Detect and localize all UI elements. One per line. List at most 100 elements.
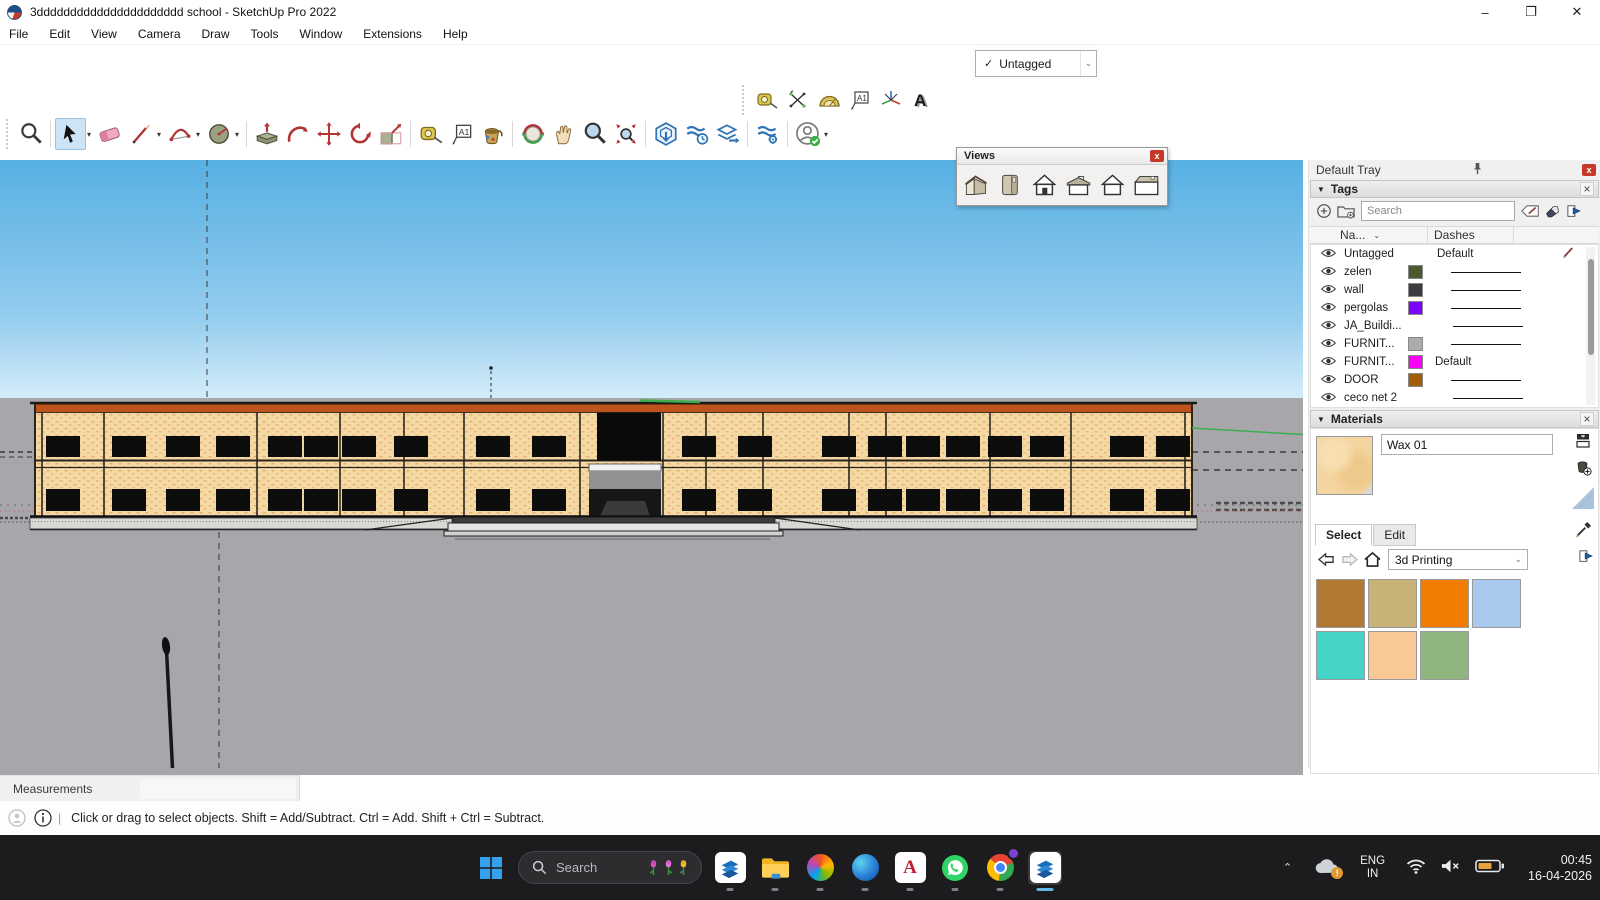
toolbar-grip[interactable] [6,119,11,149]
trimble-connect-icon[interactable] [752,118,783,150]
material-swatch[interactable] [1420,631,1469,680]
arc-tool-icon[interactable] [164,118,195,150]
home-icon[interactable] [1361,550,1384,570]
maximize-button[interactable]: ❐ [1508,0,1554,24]
tag-color-swatch[interactable] [1408,337,1423,351]
add-tag-icon[interactable] [1313,201,1335,221]
pin-icon[interactable] [1472,162,1483,178]
view-top-button[interactable] [993,168,1027,202]
language-indicator[interactable]: ENG IN [1360,855,1385,881]
scrollbar-thumb[interactable] [1588,259,1594,355]
tag-row[interactable]: FURNIT... [1311,335,1598,353]
tag-edit-icon[interactable] [1519,201,1541,221]
publish-model-icon[interactable] [712,118,743,150]
follow-me-icon[interactable] [282,118,313,150]
visibility-eye-icon[interactable] [1320,373,1344,388]
material-swatch[interactable] [1316,631,1365,680]
tags-search-input[interactable] [1361,201,1515,221]
close-button[interactable]: ✕ [1554,0,1600,24]
circle-tool-icon[interactable] [203,118,234,150]
minimize-button[interactable]: – [1462,0,1508,24]
material-swatch[interactable] [1368,631,1417,680]
zoom-window-icon[interactable] [15,118,46,150]
purge-tags-icon[interactable] [1541,201,1563,221]
tag-row[interactable]: pergolas [1311,299,1598,317]
eyedropper-icon[interactable] [1575,521,1592,541]
tags-section-header[interactable]: ▼ Tags × [1310,180,1599,198]
get-models-icon[interactable] [650,118,681,150]
chrome-icon[interactable] [983,851,1017,885]
geolocation-icon[interactable] [8,809,26,827]
tab-edit[interactable]: Edit [1373,524,1416,546]
material-swatch[interactable] [1420,579,1469,628]
edit-pencil-icon[interactable] [1561,245,1576,263]
sort-chevron-icon[interactable]: ⌄ [1373,231,1380,240]
secondary-pane-icon[interactable] [1576,433,1590,451]
push-pull-icon[interactable] [251,118,282,150]
tags-details-arrow-icon[interactable] [1563,201,1585,221]
chevron-down-icon[interactable]: ⌄ [1080,51,1096,76]
create-material-icon[interactable] [1575,459,1592,479]
tab-select[interactable]: Select [1315,524,1372,546]
measurements-input[interactable] [140,779,296,799]
visibility-eye-icon[interactable] [1320,247,1344,262]
sketchup-file-icon[interactable] [713,851,747,885]
view-iso-button[interactable] [959,168,993,202]
visibility-eye-icon[interactable] [1320,337,1344,352]
materials-section-header[interactable]: ▼ Materials × [1310,410,1599,428]
material-swatch[interactable] [1316,579,1365,628]
back-arrow-icon[interactable] [1315,550,1338,570]
axes-icon[interactable] [875,84,906,116]
dimension-icon[interactable] [782,84,813,116]
taskbar-search[interactable]: Search [518,851,702,884]
pan-tool-icon[interactable] [548,118,579,150]
tags-column-headers[interactable]: Na... ⌄ Dashes [1310,226,1599,244]
eraser-icon[interactable] [94,118,125,150]
paint-bucket-icon[interactable] [477,118,508,150]
menu-tools[interactable]: Tools [251,27,279,41]
volume-muted-icon[interactable] [1440,858,1461,877]
tag-row[interactable]: wall [1311,281,1598,299]
text-tool-icon[interactable]: A1 [446,118,477,150]
wifi-icon[interactable] [1406,858,1426,877]
toolbar-grip[interactable] [742,85,747,115]
dash-style-preview[interactable] [1453,326,1523,327]
help-info-icon[interactable] [34,809,52,827]
onedrive-icon[interactable]: ! [1315,858,1339,877]
menu-view[interactable]: View [91,27,117,41]
menu-camera[interactable]: Camera [138,27,181,41]
menu-window[interactable]: Window [300,27,343,41]
dash-style-preview[interactable] [1453,398,1523,399]
share-model-icon[interactable] [681,118,712,150]
menu-draw[interactable]: Draw [202,27,230,41]
views-panel[interactable]: Views x [956,147,1168,206]
battery-icon[interactable] [1475,858,1505,877]
menu-extensions[interactable]: Extensions [363,27,422,41]
menu-help[interactable]: Help [443,27,468,41]
model-viewport[interactable] [0,160,1303,775]
active-tag-combobox[interactable]: ✓ Untagged ⌄ [975,50,1097,77]
column-name[interactable]: Na... [1340,228,1365,242]
visibility-eye-icon[interactable] [1320,283,1344,298]
autocad-icon[interactable]: A [893,851,927,885]
add-tag-folder-icon[interactable] [1335,201,1357,221]
dash-style-preview[interactable] [1451,272,1521,273]
column-dashes[interactable]: Dashes [1434,228,1475,242]
tape-measure-icon[interactable] [415,118,446,150]
tag-row[interactable]: zelen [1311,263,1598,281]
tag-row[interactable]: JA_Buildi... [1311,317,1598,335]
views-panel-titlebar[interactable]: Views x [957,148,1167,165]
line-tool-icon[interactable] [125,118,156,150]
material-swatch[interactable] [1368,579,1417,628]
dash-style-preview[interactable] [1451,308,1521,309]
file-explorer-icon[interactable] [758,851,792,885]
material-name-input[interactable] [1381,434,1553,455]
tag-row[interactable]: FURNIT... Default [1311,353,1598,371]
visibility-eye-icon[interactable] [1320,265,1344,280]
tag-color-swatch[interactable] [1408,283,1423,297]
view-back-button[interactable] [1095,168,1129,202]
visibility-eye-icon[interactable] [1320,319,1344,334]
tag-color-swatch[interactable] [1408,373,1423,387]
menu-file[interactable]: File [9,27,28,41]
account-icon[interactable] [792,118,823,150]
